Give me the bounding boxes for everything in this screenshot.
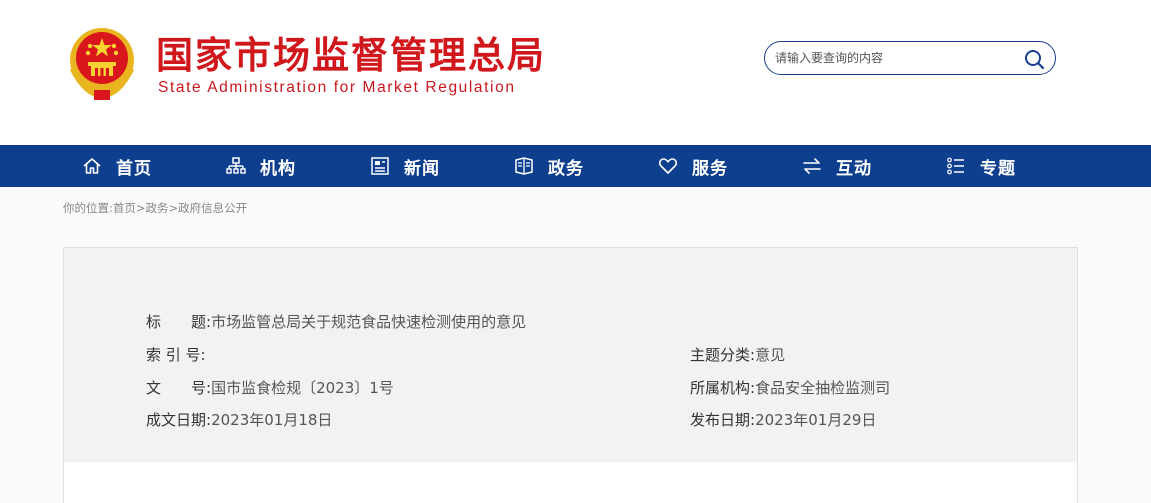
search-icon[interactable] <box>1023 48 1045 70</box>
nav-item-news[interactable]: 新闻 <box>370 145 440 187</box>
doc-topic-label: 主题分类: <box>690 346 756 364</box>
doc-number-row: 文 号:国市监食检规〔2023〕1号 <box>146 378 394 398</box>
search-input[interactable] <box>775 48 1015 68</box>
doc-agency-label: 所属机构: <box>690 379 756 397</box>
doc-index-row: 索 引 号: <box>146 345 206 365</box>
doc-written-date-label: 成文日期: <box>146 411 212 429</box>
doc-topic-value: 意见 <box>755 346 786 364</box>
doc-title-label: 标 题: <box>146 313 212 331</box>
site-subtitle: State Administration for Market Regulati… <box>158 79 516 96</box>
doc-written-date-row: 成文日期:2023年01月18日 <box>146 410 332 430</box>
news-icon <box>371 157 389 175</box>
site-title: 国家市场监督管理总局 <box>156 34 546 77</box>
breadcrumb-link-disclosure[interactable]: 政府信息公开 <box>178 201 247 215</box>
org-chart-icon <box>226 157 246 174</box>
search-box <box>764 41 1056 75</box>
doc-number-label: 文 号: <box>146 379 212 397</box>
nav-label: 首页 <box>116 158 152 179</box>
breadcrumb-link-home[interactable]: 首页 <box>113 201 136 215</box>
nav-item-home[interactable]: 首页 <box>82 145 152 187</box>
home-icon <box>83 158 101 174</box>
topics-list-icon <box>947 157 964 175</box>
nav-label: 专题 <box>980 158 1016 179</box>
nav-label: 互动 <box>836 158 872 179</box>
nav-label: 机构 <box>260 158 296 179</box>
national-emblem-icon <box>70 28 134 100</box>
nav-item-organization[interactable]: 机构 <box>226 145 296 187</box>
doc-publish-date-row: 发布日期:2023年01月29日 <box>690 410 876 430</box>
document-content-area <box>63 462 1078 503</box>
doc-index-label: 索 引 号: <box>146 346 206 364</box>
doc-agency-row: 所属机构:食品安全抽检监测司 <box>690 378 890 398</box>
nav-label: 服务 <box>692 158 728 179</box>
nav-item-topics[interactable]: 专题 <box>946 145 1016 187</box>
doc-publish-date-value: 2023年01月29日 <box>755 411 877 429</box>
government-affairs-icon <box>515 157 533 175</box>
breadcrumb-link-affairs[interactable]: 政务 <box>146 201 169 215</box>
doc-agency-value: 食品安全抽检监测司 <box>755 379 891 397</box>
doc-number-value: 国市监食检规〔2023〕1号 <box>211 379 394 397</box>
breadcrumb: 你的位置:首页>政务>政府信息公开 <box>63 200 247 216</box>
heart-icon <box>658 158 678 174</box>
doc-written-date-value: 2023年01月18日 <box>211 411 333 429</box>
breadcrumb-prefix: 你的位置: <box>63 201 113 215</box>
breadcrumb-separator: > <box>135 201 146 215</box>
exchange-arrows-icon <box>803 158 821 174</box>
nav-item-services[interactable]: 服务 <box>658 145 728 187</box>
doc-topic-row: 主题分类:意见 <box>690 345 785 365</box>
nav-label: 新闻 <box>404 158 440 179</box>
nav-label: 政务 <box>548 158 584 179</box>
site-header: 国家市场监督管理总局 State Administration for Mark… <box>0 0 1151 145</box>
nav-item-government-affairs[interactable]: 政务 <box>514 145 584 187</box>
nav-item-interaction[interactable]: 互动 <box>802 145 872 187</box>
breadcrumb-separator: > <box>168 201 179 215</box>
main-nav: 首页 机构 新闻 政务 服务 互动 专题 <box>0 145 1151 187</box>
doc-publish-date-label: 发布日期: <box>690 411 756 429</box>
document-info-panel <box>63 247 1078 463</box>
doc-title-value: 市场监管总局关于规范食品快速检测使用的意见 <box>211 313 527 331</box>
doc-title-row: 标 题:市场监管总局关于规范食品快速检测使用的意见 <box>146 312 526 332</box>
